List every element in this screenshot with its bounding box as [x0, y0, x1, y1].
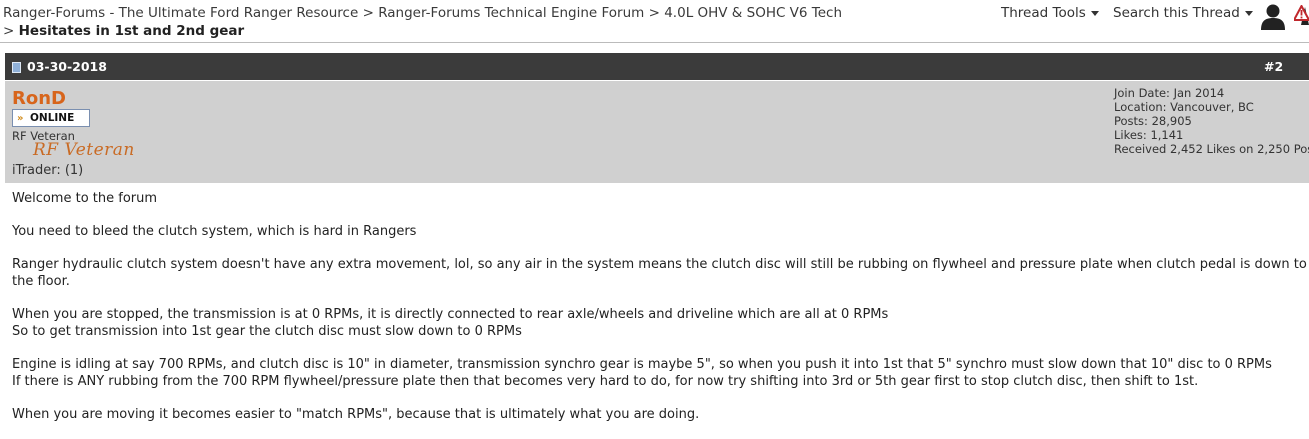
- post-paragraph: You need to bleed the clutch system, whi…: [12, 224, 417, 239]
- post-header: 03-30-2018 #2: [5, 53, 1309, 80]
- post-paragraph: Engine is idling at say 700 RPMs, and cl…: [12, 357, 1272, 389]
- post-body: Welcome to the forum You need to bleed t…: [12, 190, 1309, 439]
- post-document-icon: [12, 62, 21, 73]
- search-thread-menu[interactable]: Search this Thread: [1113, 5, 1253, 21]
- thread-tools-label: Thread Tools: [1001, 5, 1086, 21]
- breadcrumb-current-thread: Hesitates in 1st and 2nd gear: [18, 23, 245, 39]
- online-status-badge: » ONLINE: [12, 109, 90, 127]
- breadcrumb: Ranger-Forums - The Ultimate Ford Ranger…: [3, 4, 842, 40]
- online-arrow-icon: »: [17, 113, 24, 124]
- divider: [0, 42, 1309, 43]
- itrader-rating[interactable]: iTrader: (1): [12, 163, 83, 178]
- thread-tools-menu[interactable]: Thread Tools: [1001, 5, 1099, 21]
- post-paragraph: Ranger hydraulic clutch system doesn't h…: [12, 257, 1307, 289]
- breadcrumb-separator: >: [3, 23, 15, 39]
- post-date: 03-30-2018: [27, 59, 107, 74]
- username-link[interactable]: RonD: [12, 88, 66, 109]
- received-likes: Received 2,452 Likes on 2,250 Pos: [1114, 142, 1309, 156]
- breadcrumb-separator: >: [648, 5, 660, 21]
- chevron-down-icon: [1244, 10, 1253, 16]
- post-number-link[interactable]: #2: [1264, 59, 1283, 74]
- post-paragraph: When you are moving it becomes easier to…: [12, 407, 700, 422]
- post-paragraph: Welcome to the forum: [12, 191, 158, 206]
- breadcrumb-separator: >: [362, 5, 374, 21]
- search-thread-label: Search this Thread: [1113, 5, 1240, 21]
- breadcrumb-link-home[interactable]: Ranger-Forums - The Ultimate Ford Ranger…: [3, 5, 358, 21]
- join-date: Join Date: Jan 2014: [1114, 86, 1225, 100]
- breadcrumb-link-v6-tech[interactable]: 4.0L OHV & SOHC V6 Tech: [664, 5, 842, 21]
- user-account-icon[interactable]: [1260, 3, 1286, 30]
- location: Location: Vancouver, BC: [1114, 100, 1254, 114]
- user-stats: Join Date: Jan 2014 Location: Vancouver,…: [1114, 86, 1309, 156]
- chevron-down-icon: [1090, 10, 1099, 16]
- top-bar: Ranger-Forums - The Ultimate Ford Ranger…: [0, 0, 1309, 42]
- likes-count: Likes: 1,141: [1114, 128, 1184, 142]
- breadcrumb-link-engine-forum[interactable]: Ranger-Forums Technical Engine Forum: [378, 5, 644, 21]
- itrader-link[interactable]: iTrader: (1): [12, 163, 83, 178]
- post-count: Posts: 28,905: [1114, 114, 1192, 128]
- report-warning-icon[interactable]: [1294, 5, 1309, 21]
- online-status-text: ONLINE: [30, 112, 75, 124]
- rank-image: RF Veteran: [33, 140, 135, 160]
- post-paragraph: When you are stopped, the transmission i…: [12, 307, 889, 339]
- post-user-info: RonD » ONLINE RF Veteran RF Veteran iTrad…: [5, 81, 1309, 183]
